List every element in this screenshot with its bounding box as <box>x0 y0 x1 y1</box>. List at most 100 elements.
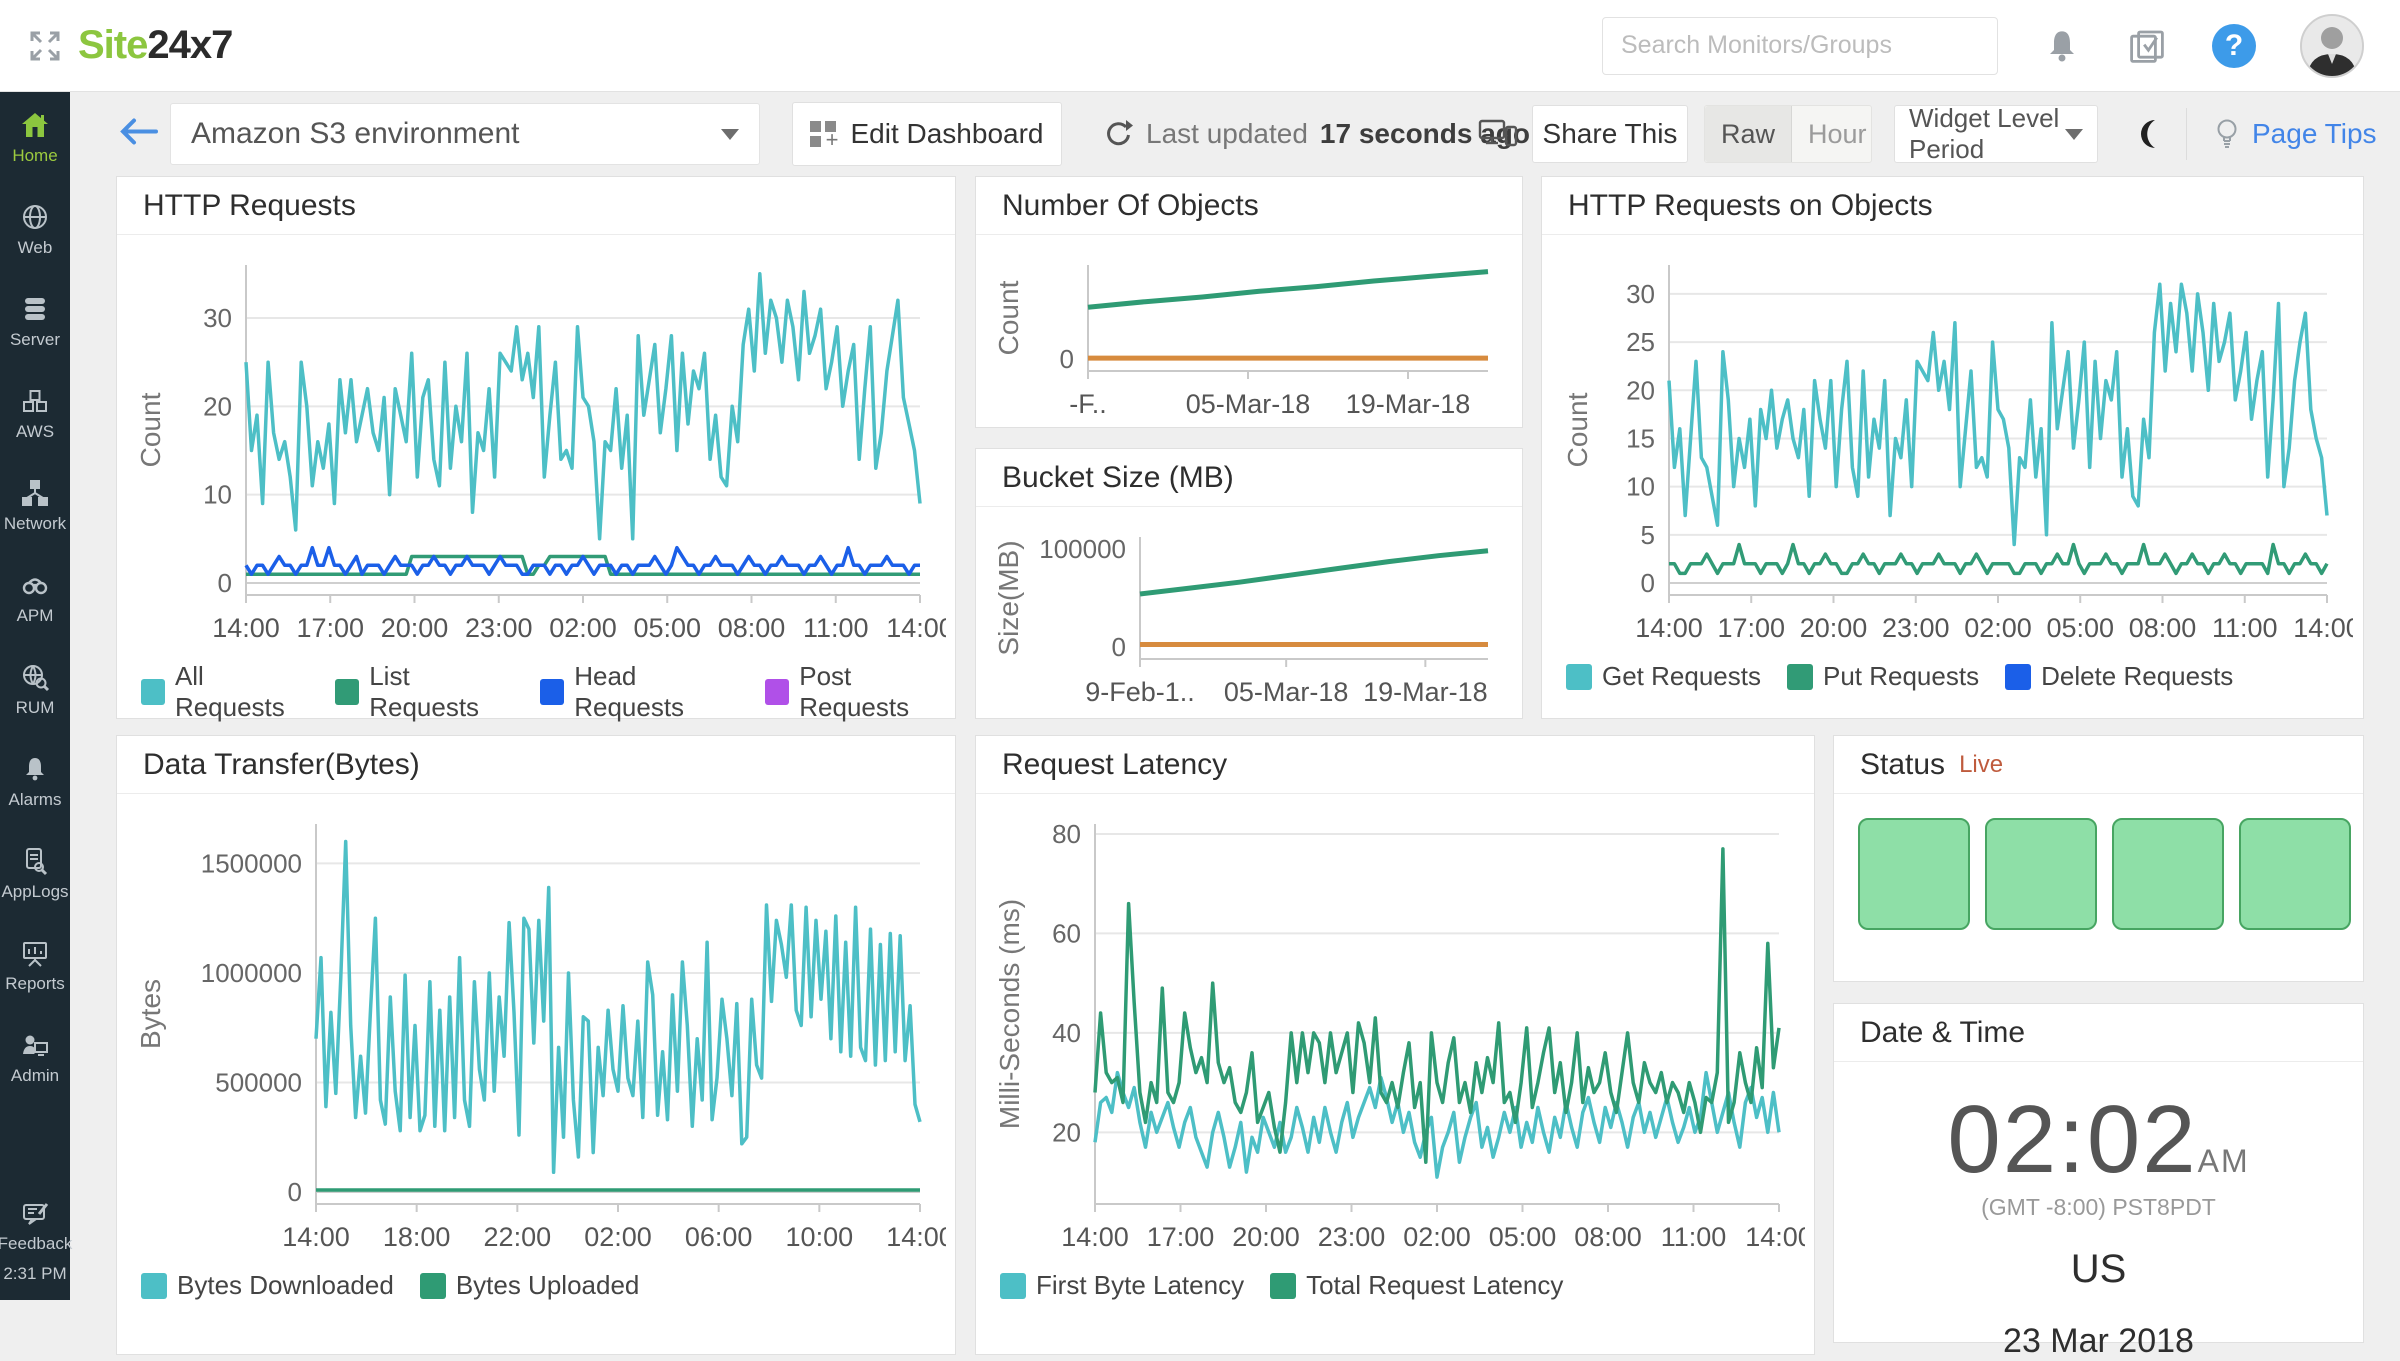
svg-text:25: 25 <box>1626 327 1655 357</box>
svg-text:02:00: 02:00 <box>584 1222 652 1252</box>
logo-text-green: Site <box>78 23 147 67</box>
sidebar-label: Web <box>18 238 53 258</box>
legend-item[interactable]: Post Requests <box>765 661 955 723</box>
edit-dashboard-button[interactable]: Edit Dashboard <box>792 102 1062 166</box>
legend-swatch <box>540 679 564 705</box>
status-tile[interactable] <box>2112 818 2224 930</box>
toolbar: Amazon S3 environment Edit Dashboard Las… <box>70 92 2400 176</box>
sidebar-label: Reports <box>5 974 65 994</box>
feedback-icon <box>20 1198 50 1228</box>
svg-text:20: 20 <box>203 391 232 421</box>
user-avatar[interactable] <box>2300 14 2364 78</box>
legend-swatch <box>1270 1273 1296 1299</box>
svg-text:02:00: 02:00 <box>1964 613 2032 643</box>
edit-dashboard-label: Edit Dashboard <box>850 118 1043 150</box>
sidebar-item-server[interactable]: Server <box>0 276 70 368</box>
legend-item[interactable]: First Byte Latency <box>1000 1270 1244 1301</box>
sidebar-item-network[interactable]: Network <box>0 460 70 552</box>
status-tile[interactable] <box>2239 818 2351 930</box>
svg-text:14:00: 14:00 <box>2293 613 2353 643</box>
sidebar-label: AppLogs <box>1 882 68 902</box>
toolbar-divider <box>2186 108 2187 160</box>
expand-icon[interactable] <box>28 29 62 63</box>
toggle-raw[interactable]: Raw <box>1705 106 1792 162</box>
refresh-icon[interactable] <box>1102 118 1134 150</box>
legend-item[interactable]: All Requests <box>141 661 309 723</box>
widget-level-period-selector[interactable]: Widget Level Period <box>1894 105 2098 163</box>
sidebar-label: Network <box>4 514 66 534</box>
legend-item[interactable]: Total Request Latency <box>1270 1270 1563 1301</box>
sidebar-item-alarms[interactable]: Alarms <box>0 736 70 828</box>
sidebar-label: Feedback <box>0 1234 72 1254</box>
back-button[interactable] <box>118 115 160 154</box>
number-of-objects-chart: 0-F..05-Mar-1819-Mar-18Count <box>976 235 1522 427</box>
dark-mode-moon-icon[interactable] <box>2132 117 2166 151</box>
legend-item[interactable]: Head Requests <box>540 661 739 723</box>
chevron-down-icon <box>721 129 739 140</box>
last-updated: Last updated 17 seconds ago <box>1102 118 1530 150</box>
legend-item[interactable]: List Requests <box>335 661 514 723</box>
devices-icon[interactable] <box>1478 117 1518 151</box>
svg-text:11:00: 11:00 <box>1661 1222 1727 1252</box>
aws-cubes-icon <box>20 386 50 416</box>
search-input[interactable] <box>1602 17 1998 75</box>
sidebar-item-rum[interactable]: RUM <box>0 644 70 736</box>
help-icon[interactable] <box>2212 24 2256 68</box>
sidebar-item-home[interactable]: Home <box>0 92 70 184</box>
svg-text:10: 10 <box>203 480 232 510</box>
status-tile[interactable] <box>1858 818 1970 930</box>
dashboard-selector[interactable]: Amazon S3 environment <box>170 103 760 165</box>
sidebar-item-admin[interactable]: Admin <box>0 1012 70 1104</box>
svg-text:05:00: 05:00 <box>2046 613 2114 643</box>
share-this-label: Share This <box>1543 118 1678 150</box>
svg-text:0: 0 <box>1112 632 1126 662</box>
sidebar-item-applogs[interactable]: AppLogs <box>0 828 70 920</box>
svg-text:500000: 500000 <box>215 1067 302 1097</box>
sidebar-item-web[interactable]: Web <box>0 184 70 276</box>
legend-item[interactable]: Get Requests <box>1566 661 1761 692</box>
legend-item[interactable]: Bytes Uploaded <box>420 1270 640 1301</box>
svg-text:15: 15 <box>1626 423 1655 453</box>
legend-swatch <box>335 679 359 705</box>
sidebar-clock: 2:31 PM <box>3 1264 66 1284</box>
server-icon <box>20 294 50 324</box>
svg-text:14:00: 14:00 <box>886 613 946 643</box>
legend-item[interactable]: Put Requests <box>1787 661 1979 692</box>
svg-text:05:00: 05:00 <box>633 613 701 643</box>
svg-text:11:00: 11:00 <box>2211 613 2277 643</box>
sidebar-item-apm[interactable]: APM <box>0 552 70 644</box>
svg-text:23:00: 23:00 <box>1318 1222 1386 1252</box>
site247-logo[interactable]: Site24x7 <box>78 23 232 68</box>
sidebar-item-feedback[interactable]: Feedback <box>0 1198 72 1254</box>
top-header: Site24x7 <box>0 0 2400 92</box>
svg-text:0: 0 <box>1060 344 1074 374</box>
svg-text:06:00: 06:00 <box>685 1222 753 1252</box>
legend-item[interactable]: Delete Requests <box>2005 661 2233 692</box>
http-requests-on-objects-chart: 05101520253014:0017:0020:0023:0002:0005:… <box>1542 235 2363 659</box>
share-this-button[interactable]: Share This <box>1532 105 1688 163</box>
svg-text:14:00: 14:00 <box>886 1222 946 1252</box>
sidebar-label: Server <box>10 330 60 350</box>
legend-swatch <box>141 679 165 705</box>
status-tile[interactable] <box>1985 818 2097 930</box>
applogs-icon <box>20 846 50 876</box>
svg-text:17:00: 17:00 <box>1147 1222 1215 1252</box>
svg-text:60: 60 <box>1052 918 1081 948</box>
toggle-hour[interactable]: Hour <box>1792 119 1883 150</box>
legend-item[interactable]: Bytes Downloaded <box>141 1270 394 1301</box>
page-tips-link[interactable]: Page Tips <box>2212 117 2377 151</box>
sidebar-item-aws[interactable]: AWS <box>0 368 70 460</box>
svg-text:14:00: 14:00 <box>1635 613 1703 643</box>
svg-text:Size(MB): Size(MB) <box>993 540 1024 655</box>
notifications-bell-icon[interactable] <box>2042 26 2082 66</box>
svg-text:Count: Count <box>993 280 1024 355</box>
tasks-icon[interactable] <box>2126 25 2168 67</box>
legend-label: List Requests <box>369 661 514 723</box>
svg-text:23:00: 23:00 <box>465 613 533 643</box>
svg-text:02:00: 02:00 <box>1403 1222 1471 1252</box>
panel-title: Number Of Objects <box>976 177 1522 235</box>
svg-text:14:00: 14:00 <box>1745 1222 1805 1252</box>
svg-text:08:00: 08:00 <box>2128 613 2196 643</box>
svg-text:11:00: 11:00 <box>803 613 869 643</box>
sidebar-item-reports[interactable]: Reports <box>0 920 70 1012</box>
